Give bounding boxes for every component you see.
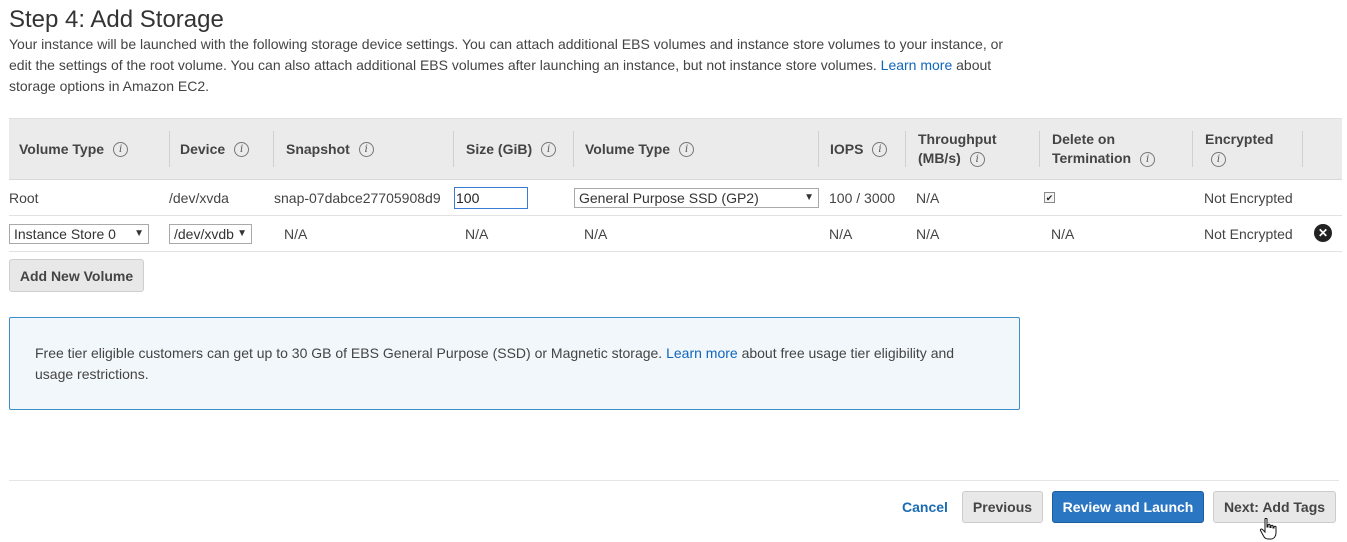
- col-device: Device i: [180, 119, 250, 179]
- dropdown-arrow-icon: ▼: [804, 191, 814, 203]
- column-divider: [453, 131, 454, 167]
- column-divider: [273, 131, 274, 167]
- table-row: Instance Store 0 ▼ /dev/xvdb ▼ N/A N/A N…: [9, 216, 1342, 252]
- col-size-label: Size (GiB): [466, 140, 533, 157]
- instance-store-encrypted: Not Encrypted: [1204, 225, 1293, 242]
- root-size-cell: [454, 180, 528, 215]
- table-row: Root /dev/xvda snap-07dabce27705908d9 Ge…: [9, 180, 1342, 216]
- volume-type-value: Instance Store 0: [14, 225, 116, 242]
- instance-store-delete: N/A: [1051, 225, 1075, 242]
- col-device-label: Device: [180, 140, 226, 157]
- ebs-volume-type-select[interactable]: General Purpose SSD (GP2) ▼: [574, 187, 819, 208]
- col-iops-label: IOPS: [830, 140, 864, 157]
- column-divider: [905, 131, 906, 167]
- intro-text: Your instance will be launched with the …: [9, 34, 1019, 97]
- learn-more-link[interactable]: Learn more: [881, 57, 953, 73]
- column-divider: [169, 131, 170, 167]
- instance-store-iops: N/A: [829, 225, 853, 242]
- info-icon[interactable]: i: [969, 151, 985, 167]
- info-icon[interactable]: i: [113, 141, 129, 157]
- col-encrypted: Encrypted i: [1205, 119, 1295, 179]
- instance-store-snapshot: N/A: [284, 225, 308, 242]
- delete-on-termination-checkbox[interactable]: ✔: [1044, 192, 1055, 203]
- root-encrypted: Not Encrypted: [1204, 189, 1293, 206]
- info-icon[interactable]: i: [1140, 151, 1156, 167]
- instance-store-size: N/A: [465, 225, 489, 242]
- storage-table: Volume Type i Device i Snapshot i Size (GiB…: [9, 118, 1342, 252]
- device-value: /dev/xvdb: [174, 225, 234, 242]
- root-throughput: N/A: [916, 189, 940, 206]
- col-size: Size (GiB) i: [466, 119, 557, 179]
- col-ebs-volume-type: Volume Type i: [585, 119, 695, 179]
- notice-learn-more-link[interactable]: Learn more: [666, 345, 738, 361]
- notice-text: Free tier eligible customers can get up …: [35, 345, 663, 361]
- cancel-button[interactable]: Cancel: [893, 491, 957, 523]
- instance-store-throughput: N/A: [916, 225, 940, 242]
- root-iops: 100 / 3000: [829, 189, 896, 206]
- dropdown-arrow-icon: ▼: [237, 227, 247, 239]
- info-icon[interactable]: i: [234, 141, 250, 157]
- footer-divider: [9, 480, 1339, 481]
- column-divider: [1192, 131, 1193, 167]
- col-volume-type-label: Volume Type: [19, 140, 105, 157]
- table-header: Volume Type i Device i Snapshot i Size (GiB…: [9, 118, 1342, 180]
- size-input[interactable]: [454, 186, 528, 209]
- column-divider: [818, 131, 819, 167]
- free-tier-notice: Free tier eligible customers can get up …: [9, 317, 1020, 410]
- col-encrypted-label: Encrypted: [1205, 131, 1274, 147]
- device-select[interactable]: /dev/xvdb ▼: [169, 223, 252, 244]
- col-snapshot-label: Snapshot: [286, 140, 350, 157]
- remove-volume-icon[interactable]: ✕: [1314, 224, 1332, 242]
- intro-body: Your instance will be launched with the …: [9, 36, 1004, 73]
- ebs-volume-type-value: General Purpose SSD (GP2): [579, 189, 759, 206]
- root-delete-cell: ✔: [1044, 180, 1055, 215]
- previous-button[interactable]: Previous: [962, 491, 1043, 523]
- hand-cursor-icon: [1259, 518, 1277, 540]
- root-snapshot: snap-07dabce27705908d9: [274, 189, 441, 206]
- root-ebs-type-cell: General Purpose SSD (GP2) ▼: [574, 180, 819, 215]
- column-divider: [1302, 131, 1303, 167]
- instance-store-ebs-type: N/A: [584, 225, 608, 242]
- review-and-launch-button[interactable]: Review and Launch: [1052, 491, 1204, 523]
- info-icon[interactable]: i: [541, 141, 557, 157]
- info-icon[interactable]: i: [1211, 151, 1226, 167]
- instance-store-type-cell: Instance Store 0 ▼: [9, 216, 149, 251]
- col-iops: IOPS i: [830, 119, 888, 179]
- col-ebs-volume-type-label: Volume Type: [585, 140, 671, 157]
- volume-type-select[interactable]: Instance Store 0 ▼: [9, 223, 149, 244]
- root-volume-type: Root: [9, 189, 39, 206]
- col-delete-label: Delete on Termination: [1052, 131, 1132, 166]
- info-icon[interactable]: i: [679, 141, 695, 157]
- instance-store-device-cell: /dev/xvdb ▼: [169, 216, 252, 251]
- info-icon[interactable]: i: [358, 141, 374, 157]
- column-divider: [1039, 131, 1040, 167]
- col-throughput: Throughput (MB/s) i: [918, 119, 1028, 179]
- page-title: Step 4: Add Storage: [9, 6, 224, 33]
- col-delete-on-termination: Delete on Termination i: [1052, 119, 1162, 179]
- dropdown-arrow-icon: ▼: [134, 227, 144, 239]
- column-divider: [573, 131, 574, 167]
- info-icon[interactable]: i: [872, 141, 888, 157]
- col-snapshot: Snapshot i: [286, 119, 374, 179]
- add-new-volume-button[interactable]: Add New Volume: [9, 259, 144, 292]
- root-device: /dev/xvda: [169, 189, 229, 206]
- col-volume-type: Volume Type i: [19, 119, 129, 179]
